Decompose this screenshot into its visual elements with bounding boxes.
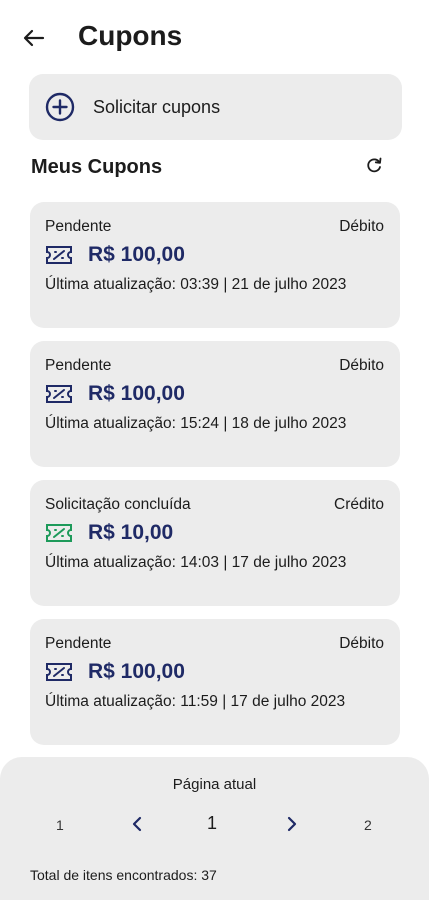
coupon-amount: R$ 100,00	[88, 382, 185, 405]
coupon-type: Débito	[339, 635, 384, 652]
coupon-updated: Última atualização: 14:03 | 17 de julho …	[45, 554, 347, 571]
section-title: Meus Cupons	[31, 156, 163, 178]
plus-circle-icon	[45, 92, 75, 122]
page-title: Cupons	[78, 20, 183, 51]
coupon-amount: R$ 100,00	[88, 660, 185, 683]
coupon-status: Pendente	[45, 357, 112, 374]
coupon-card[interactable]: Pendente Débito R$ 100,00 Última atualiz…	[30, 619, 400, 745]
current-page-label: Página atual	[172, 776, 257, 793]
previous-page-button[interactable]	[128, 814, 146, 834]
coupon-card[interactable]: Pendente Débito R$ 100,00 Última atualiz…	[30, 202, 400, 328]
last-page-link[interactable]: 2	[364, 817, 372, 833]
coupon-updated: Última atualização: 11:59 | 17 de julho …	[45, 693, 346, 710]
arrow-left-icon	[23, 29, 45, 47]
ticket-icon	[45, 383, 73, 405]
total-items-text: Total de itens encontrados: 37	[30, 867, 217, 883]
coupon-updated: Última atualização: 03:39 | 21 de julho …	[45, 276, 347, 293]
back-button[interactable]	[20, 24, 48, 52]
coupon-type: Crédito	[334, 496, 384, 513]
coupon-card[interactable]: Pendente Débito R$ 100,00 Última atualiz…	[30, 341, 400, 467]
chevron-left-icon	[132, 816, 142, 832]
coupon-status: Pendente	[45, 635, 112, 652]
refresh-button[interactable]	[362, 153, 386, 177]
app-header: Cupons	[0, 0, 429, 76]
pagination-panel: Página atual 1 1 2 Total de itens encont…	[0, 757, 429, 900]
coupon-type: Débito	[339, 357, 384, 374]
coupon-list: Pendente Débito R$ 100,00 Última atualiz…	[30, 202, 400, 758]
current-page-number: 1	[207, 813, 218, 833]
coupon-card[interactable]: Solicitação concluída Crédito R$ 10,00 Ú…	[30, 480, 400, 606]
coupon-status: Solicitação concluída	[45, 496, 191, 513]
refresh-icon	[367, 157, 382, 173]
coupon-amount: R$ 10,00	[88, 521, 174, 544]
ticket-icon	[45, 661, 73, 683]
coupon-status: Pendente	[45, 218, 112, 235]
coupon-updated: Última atualização: 15:24 | 18 de julho …	[45, 415, 347, 432]
ticket-icon	[45, 244, 73, 266]
ticket-icon	[45, 522, 73, 544]
first-page-link[interactable]: 1	[56, 817, 64, 833]
request-coupons-label: Solicitar cupons	[93, 96, 221, 117]
request-coupons-button[interactable]: Solicitar cupons	[29, 74, 402, 140]
next-page-button[interactable]	[283, 814, 301, 834]
chevron-right-icon	[287, 816, 297, 832]
coupon-type: Débito	[339, 218, 384, 235]
coupon-amount: R$ 100,00	[88, 243, 185, 266]
